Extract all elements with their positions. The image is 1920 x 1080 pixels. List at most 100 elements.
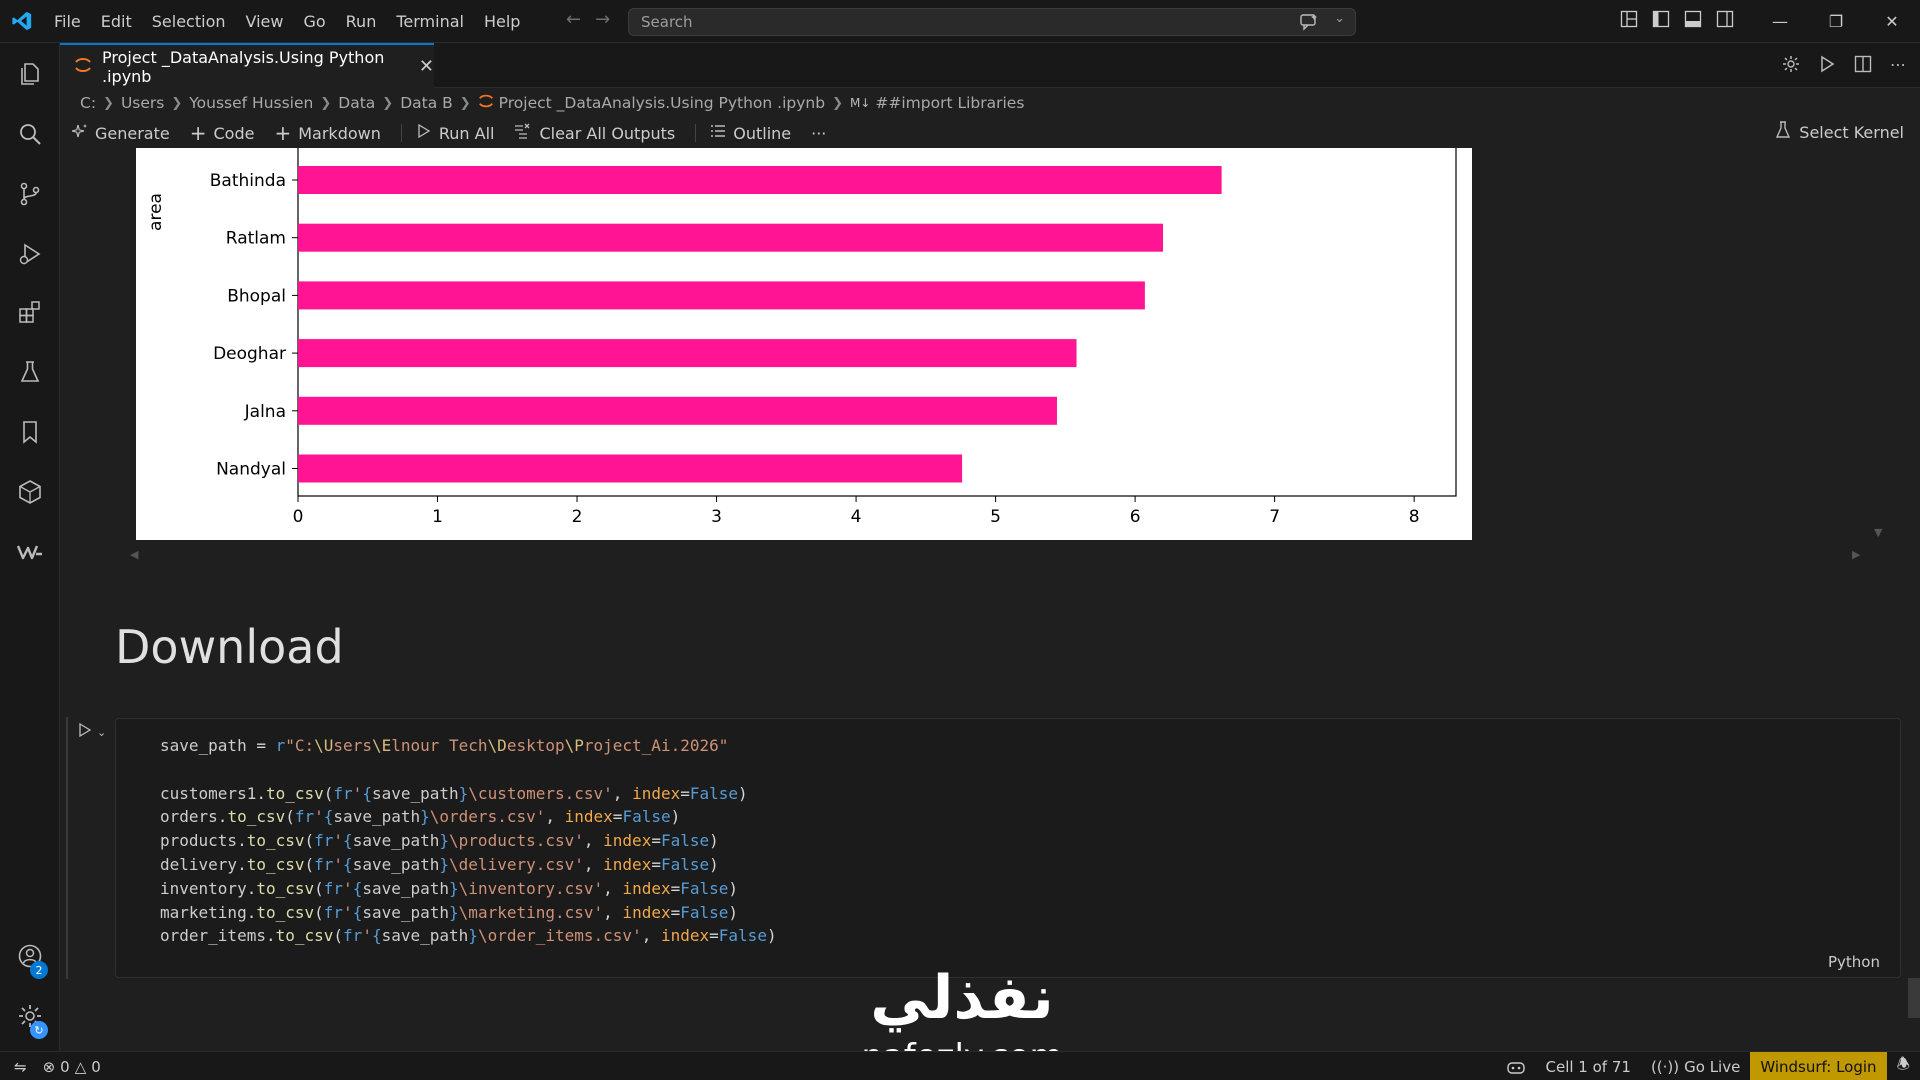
toggle-panel-icon[interactable] [1684,10,1702,32]
y-tick-label: Deoghar [213,344,286,364]
more-label: ··· [811,123,827,143]
x-tick-label: 4 [851,507,862,527]
windsurf-icon[interactable] [15,537,45,567]
breadcrumb-item[interactable]: C: [80,94,96,112]
menu-edit[interactable]: Edit [91,0,142,43]
go-live-label: Go Live [1684,1057,1741,1076]
vertical-scrollbar[interactable] [1908,978,1920,1018]
activity-bar: 2 ↻ [0,43,60,1051]
close-window-icon[interactable]: ✕ [1864,0,1920,43]
code-content[interactable]: save_path = r"C:\Users\Elnour Tech\Deskt… [160,734,777,948]
split-editor-icon[interactable] [1854,55,1872,77]
windsurf-login-button[interactable]: Windsurf: Login [1750,1052,1887,1080]
back-arrow-icon[interactable]: ← [566,9,581,30]
remote-indicator-icon[interactable]: ⇋ [14,1058,27,1076]
toolbar-divider [695,124,697,142]
run-debug-icon[interactable] [15,239,45,269]
chevron-right-icon: ❯ [103,95,114,111]
code-cell-editor[interactable]: save_path = r"C:\Users\Elnour Tech\Deskt… [115,718,1901,978]
notifications-bell-icon[interactable]: 🕭 [1887,1054,1920,1079]
breadcrumb-item[interactable]: Youssef Hussien [189,94,313,112]
y-axis-label: area [146,193,166,231]
cell-language-label[interactable]: Python [1828,953,1880,971]
bar [298,166,1222,194]
menu-selection[interactable]: Selection [142,0,236,43]
x-tick-label: 2 [572,507,583,527]
clear-all-outputs-button[interactable]: Clear All Outputs [514,123,675,143]
forward-arrow-icon[interactable]: → [595,9,610,30]
toggle-secondary-sidebar-icon[interactable] [1716,10,1734,32]
testing-flask-icon[interactable] [15,357,45,387]
copilot-status-icon[interactable] [1496,1059,1536,1075]
breadcrumb: C: ❯ Users ❯ Youssef Hussien ❯ Data ❯ Da… [80,92,1024,114]
scroll-down-icon[interactable]: ▼ [1874,526,1882,539]
code-line: save_path = r"C:\Users\Elnour Tech\Deskt… [160,736,729,755]
menu-run[interactable]: Run [336,0,387,43]
menu-file[interactable]: File [44,0,91,43]
breadcrumb-item[interactable]: Project _DataAnalysis.Using Python .ipyn… [499,94,825,112]
menu-terminal[interactable]: Terminal [386,0,474,43]
command-center-search[interactable]: Search ⌄ [628,8,1356,36]
code-line: order_items.to_csv(fr'{save_path}\order_… [160,926,777,946]
y-tick-label: Nandyal [216,460,286,480]
code-line: inventory.to_csv(fr'{save_path}\inventor… [160,878,739,898]
status-bar: ⇋ ⊗ 0 △ 0 Cell 1 of 71 ((·)) Go Live Win… [0,1051,1920,1080]
y-tick-label: Bathinda [210,171,286,191]
clear-outputs-label: Clear All Outputs [539,123,676,143]
explorer-icon[interactable] [15,59,45,89]
bookmark-icon[interactable] [15,417,45,447]
search-icon[interactable] [15,119,45,149]
scroll-right-icon[interactable]: ▶ [1852,548,1860,561]
generate-button[interactable]: Generate [71,123,170,143]
bar [298,454,963,483]
toggle-primary-sidebar-icon[interactable] [1652,10,1670,32]
add-code-button[interactable]: + Code [190,121,255,145]
breadcrumb-item[interactable]: Users [121,94,164,112]
run-cell-button[interactable]: ⌄ [77,722,106,742]
bar [298,339,1077,368]
run-all-button[interactable]: Run All [416,123,494,143]
notebook-settings-gear-icon[interactable] [1782,55,1800,77]
close-tab-icon[interactable]: ✕ [419,56,434,77]
x-tick-label: 1 [432,507,443,527]
select-kernel-button[interactable]: Select Kernel [1775,121,1904,143]
breadcrumb-item[interactable]: Data [338,94,375,112]
bar [298,396,1057,425]
scroll-left-icon[interactable]: ◀ [130,548,138,561]
chevron-right-icon: ❯ [320,95,332,111]
breadcrumb-item[interactable]: ##import Libraries [875,94,1024,112]
generate-label: Generate [95,123,170,143]
tab-title: Project _DataAnalysis.Using Python .ipyn… [102,47,385,86]
chevron-right-icon: ❯ [171,95,183,111]
menu-view[interactable]: View [236,0,294,43]
outline-button[interactable]: Outline [710,123,791,143]
plus-icon: + [274,121,292,145]
menu-help[interactable]: Help [474,0,530,43]
code-line: products.to_csv(fr'{save_path}\products.… [160,831,719,851]
copilot-chat-icon[interactable] [1299,13,1319,35]
chevron-down-icon[interactable]: ⌄ [1334,11,1345,26]
source-control-icon[interactable] [15,179,45,209]
go-live-button[interactable]: ((·)) Go Live [1641,1058,1750,1076]
minimize-icon[interactable]: — [1752,0,1808,43]
bar [298,223,1164,252]
run-icon[interactable] [1818,55,1836,77]
toolbar-more-button[interactable]: ··· [811,124,826,143]
cell-position[interactable]: Cell 1 of 71 [1536,1058,1641,1076]
restore-icon[interactable]: ❐ [1808,0,1864,43]
customize-layout-icon[interactable] [1620,10,1638,32]
problems-indicator[interactable]: ⊗ 0 △ 0 [39,1058,105,1076]
run-cell-icon [77,722,93,742]
tab-notebook[interactable]: Project _DataAnalysis.Using Python .ipyn… [60,43,434,88]
chevron-down-icon[interactable]: ⌄ [97,726,106,739]
extensions-icon[interactable] [15,297,45,327]
more-actions-icon[interactable]: ⋯ [1890,55,1906,77]
menu-go[interactable]: Go [293,0,335,43]
remote-hexagon-icon[interactable] [15,477,45,507]
y-tick-label: Ratlam [226,229,286,249]
bar [298,281,1145,310]
add-markdown-button[interactable]: + Markdown [274,121,380,145]
plus-icon: + [189,121,207,145]
breadcrumb-item[interactable]: Data B [400,94,453,112]
